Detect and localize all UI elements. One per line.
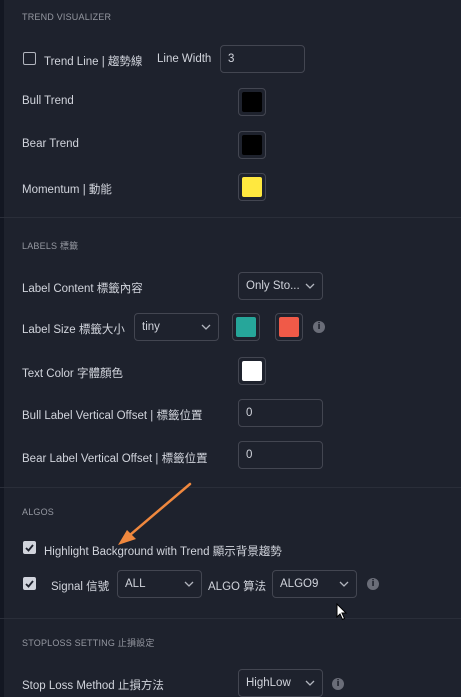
info-icon[interactable]: i [332,678,344,690]
text-color-picker[interactable] [238,357,266,385]
algo-select[interactable]: ALGO9 [272,570,357,598]
bull-offset-value: 0 [246,407,253,419]
divider [0,618,461,619]
check-icon [25,579,34,588]
info-icon[interactable]: i [313,321,325,333]
bull-trend-label: Bull Trend [22,95,74,107]
signal-label: Signal 信號 [51,581,110,593]
left-panel-edge [0,0,4,697]
section-title-algos: ALGOS [22,507,55,517]
stop-loss-method-select[interactable]: HighLow [238,669,323,697]
algo-label: ALGO 算法 [208,581,267,593]
label-color-1-picker[interactable] [232,313,260,341]
bull-trend-color-picker[interactable] [238,88,266,116]
bear-offset-label: Bear Label Vertical Offset | 標籤位置 [22,453,208,465]
bear-offset-input[interactable]: 0 [238,441,323,469]
label-color-2-swatch [279,317,299,337]
line-width-value: 3 [228,53,235,65]
label-content-select[interactable]: Only Sto... [238,272,323,300]
bear-trend-label: Bear Trend [22,138,79,150]
signal-select[interactable]: ALL [117,570,202,598]
label-size-select[interactable]: tiny [134,313,219,341]
bull-trend-swatch [242,92,262,112]
mouse-cursor-icon [336,603,348,621]
chevron-down-icon [339,579,349,589]
momentum-color-picker[interactable] [238,173,266,201]
label-color-2-picker[interactable] [275,313,303,341]
trend-line-label: Trend Line | 趨勢線 [44,56,143,68]
text-color-swatch [242,361,262,381]
highlight-background-checkbox[interactable] [23,541,36,554]
line-width-input[interactable]: 3 [220,45,305,73]
check-icon [25,543,34,552]
chevron-down-icon [184,579,194,589]
algo-value: ALGO9 [280,578,319,590]
text-color-label: Text Color 字體顏色 [22,368,123,380]
chevron-down-icon [305,678,315,688]
stop-loss-method-label: Stop Loss Method 止損方法 [22,680,164,692]
label-size-label: Label Size 標籤大小 [22,324,125,336]
section-title-trend-visualizer: TREND VISUALIZER [22,12,112,22]
bear-trend-swatch [242,135,262,155]
signal-checkbox[interactable] [23,577,36,590]
signal-value: ALL [125,578,146,590]
label-size-value: tiny [142,321,160,333]
section-title-labels: LABELS 標籤 [22,241,79,251]
divider [0,487,461,488]
chevron-down-icon [201,322,211,332]
stop-loss-method-value: HighLow [246,677,291,689]
label-content-value: Only Sto... [246,280,300,292]
bull-offset-label: Bull Label Vertical Offset | 標籤位置 [22,410,203,422]
label-color-1-swatch [236,317,256,337]
label-content-label: Label Content 標籤內容 [22,283,143,295]
bear-offset-value: 0 [246,449,253,461]
divider [0,217,461,218]
momentum-label: Momentum | 動能 [22,184,112,196]
momentum-swatch [242,177,262,197]
trend-line-checkbox[interactable] [23,52,36,65]
bull-offset-input[interactable]: 0 [238,399,323,427]
chevron-down-icon [305,281,315,291]
info-icon[interactable]: i [367,578,379,590]
line-width-label: Line Width [157,53,212,65]
section-title-stoploss: STOPLOSS SETTING 止損設定 [22,638,155,648]
annotation-arrow-icon [118,482,192,545]
bear-trend-color-picker[interactable] [238,131,266,159]
